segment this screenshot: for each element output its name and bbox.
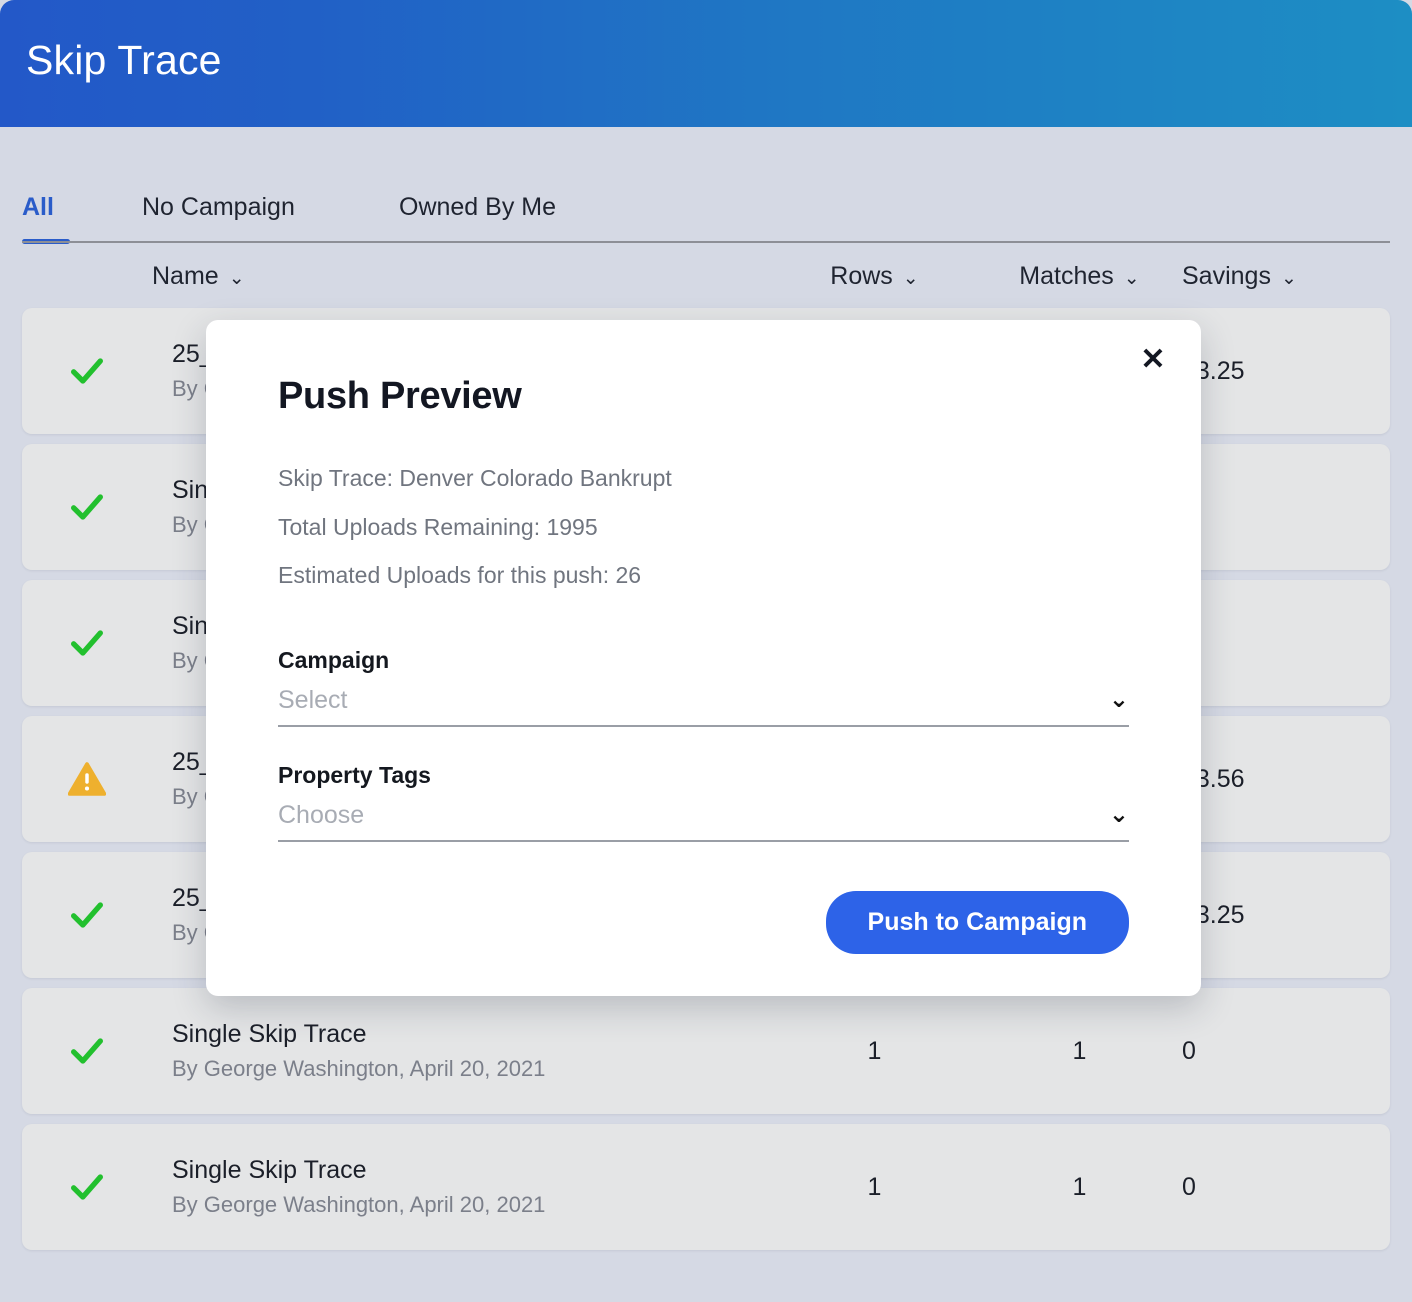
tabs-container: All No Campaign Owned By Me: [0, 127, 1412, 244]
app-window: Skip Trace All No Campaign Owned By Me N…: [0, 0, 1412, 1302]
column-header-savings-label: Savings: [1182, 261, 1271, 290]
column-header-matches-label: Matches: [1019, 261, 1114, 290]
row-savings: 0: [1182, 1172, 1196, 1201]
tab-divider: [22, 241, 1390, 243]
modal-title: Push Preview: [278, 375, 522, 417]
chevron-down-icon: ⌄: [1280, 267, 1297, 289]
check-icon: [22, 351, 152, 391]
campaign-field: Campaign Select ⌄: [278, 647, 1129, 727]
row-subtitle: By George Washington, April 20, 2021: [172, 1192, 546, 1217]
check-icon: [22, 1167, 152, 1207]
row-matches-count: 1: [1072, 1036, 1087, 1065]
chevron-down-icon: ⌄: [228, 267, 245, 289]
modal-info-estimated-uploads: Estimated Uploads for this push: 26: [278, 562, 642, 589]
campaign-label: Campaign: [278, 646, 390, 673]
property-tags-select-value: Choose: [278, 800, 365, 829]
row-savings: $3.25: [1182, 900, 1245, 929]
property-tags-label: Property Tags: [278, 761, 431, 788]
table-header-row: Name ⌄ Rows ⌄ Matches ⌄ Savings ⌄: [22, 244, 1390, 308]
chevron-down-icon: ⌄: [1108, 801, 1129, 829]
row-name: Single Skip Trace: [172, 1156, 367, 1184]
row-savings: $3.25: [1182, 356, 1245, 385]
row-savings: $3.56: [1182, 764, 1245, 793]
table-row[interactable]: Single Skip Trace By George Washington, A…: [22, 988, 1390, 1114]
row-rows-count: 1: [867, 1172, 882, 1201]
tab-all-label: All: [22, 193, 54, 221]
row-savings: 0: [1182, 493, 1382, 522]
warning-icon: [22, 760, 152, 798]
chevron-down-icon: ⌄: [902, 267, 919, 289]
column-header-savings[interactable]: Savings ⌄: [1182, 262, 1382, 291]
row-savings: 0: [1182, 629, 1382, 658]
push-preview-modal: ✕ Push Preview Skip Trace: Denver Colora…: [206, 320, 1201, 996]
row-savings: 0: [1182, 1036, 1196, 1065]
tab-owned-by-me-label: Owned By Me: [399, 193, 557, 221]
chevron-down-icon: ⌄: [1123, 267, 1140, 289]
column-header-matches[interactable]: Matches ⌄: [977, 262, 1182, 291]
column-header-name[interactable]: Name ⌄: [152, 262, 772, 291]
modal-info-skip-trace: Skip Trace: Denver Colorado Bankrupt: [278, 465, 672, 491]
tab-owned-by-me[interactable]: Owned By Me: [399, 193, 556, 244]
row-name-cell: Single Skip Trace By George Washington, A…: [152, 1158, 772, 1216]
row-subtitle: By George Washington, April 20, 2021: [172, 1056, 546, 1081]
check-icon: [22, 623, 152, 663]
column-header-rows[interactable]: Rows ⌄: [772, 262, 977, 291]
tab-all[interactable]: All: [22, 193, 142, 244]
row-name-cell: Single Skip Trace By George Washington, A…: [152, 1022, 772, 1080]
page-title: Skip Trace: [26, 37, 222, 83]
campaign-select-value: Select: [278, 685, 348, 714]
row-name: Single Skip Trace: [172, 1020, 367, 1048]
tab-bar: All No Campaign Owned By Me: [22, 127, 1390, 244]
property-tags-select[interactable]: Choose ⌄: [278, 801, 1129, 842]
tab-no-campaign[interactable]: No Campaign: [142, 193, 399, 244]
column-header-rows-label: Rows: [830, 261, 893, 290]
check-icon: [22, 1031, 152, 1071]
modal-info-uploads-remaining: Total Uploads Remaining: 1995: [278, 513, 598, 540]
close-icon[interactable]: ✕: [1131, 338, 1175, 382]
row-matches-count: 1: [1072, 1172, 1087, 1201]
chevron-down-icon: ⌄: [1108, 686, 1129, 714]
push-to-campaign-button[interactable]: Push to Campaign: [825, 890, 1129, 954]
check-icon: [22, 895, 152, 935]
row-rows-count: 1: [867, 1036, 882, 1065]
modal-actions: Push to Campaign: [278, 890, 1129, 954]
property-tags-field: Property Tags Choose ⌄: [278, 762, 1129, 842]
campaign-select[interactable]: Select ⌄: [278, 686, 1129, 727]
column-header-name-label: Name: [152, 261, 219, 290]
modal-body: Push Preview Skip Trace: Denver Colorado…: [206, 320, 1201, 954]
tab-no-campaign-label: No Campaign: [142, 193, 295, 221]
app-header: Skip Trace: [0, 0, 1412, 127]
check-icon: [22, 487, 152, 527]
table-row[interactable]: Single Skip Trace By George Washington, A…: [22, 1124, 1390, 1250]
